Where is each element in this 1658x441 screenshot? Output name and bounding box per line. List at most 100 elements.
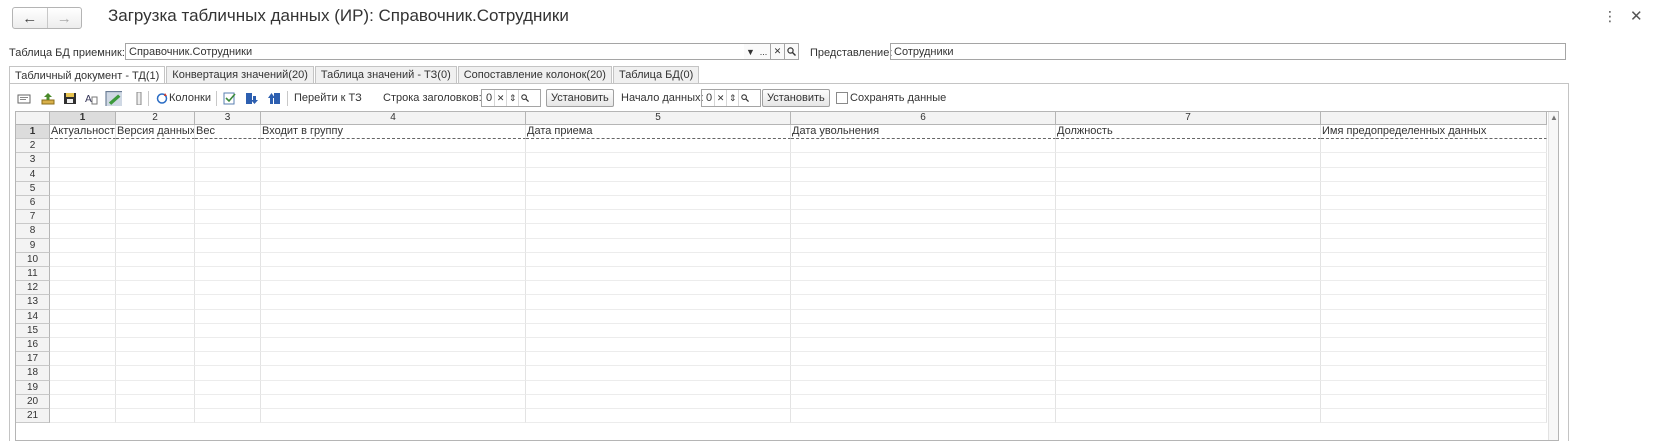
row-header[interactable]: 4 bbox=[16, 167, 50, 182]
grid-cell[interactable] bbox=[50, 238, 116, 253]
row-header[interactable]: 12 bbox=[16, 281, 50, 296]
grid-cell[interactable] bbox=[526, 323, 791, 338]
grid-cell[interactable] bbox=[261, 309, 526, 324]
grid-cell[interactable] bbox=[1321, 352, 1547, 367]
grid-cell[interactable] bbox=[50, 224, 116, 239]
grid-cell[interactable] bbox=[261, 167, 526, 182]
grid-cell[interactable] bbox=[526, 181, 791, 196]
grid-cell[interactable] bbox=[116, 338, 195, 353]
column-header[interactable]: 5 bbox=[526, 112, 791, 125]
header-cell[interactable]: Дата увольнения bbox=[791, 125, 1056, 140]
tab-value-conversion[interactable]: Конвертация значений(20) bbox=[166, 66, 314, 83]
grid-cell[interactable] bbox=[1321, 323, 1547, 338]
column-header[interactable]: 2 bbox=[116, 112, 195, 125]
grid-cell[interactable] bbox=[116, 139, 195, 154]
grid-cell[interactable] bbox=[1321, 394, 1547, 409]
row-header[interactable]: 20 bbox=[16, 394, 50, 409]
receiver-table-field[interactable]: Справочник.Сотрудники bbox=[125, 43, 757, 60]
grid-cell[interactable] bbox=[1321, 181, 1547, 196]
grid-cell[interactable] bbox=[1321, 210, 1547, 225]
grid-corner[interactable] bbox=[16, 112, 50, 125]
row-header[interactable]: 15 bbox=[16, 323, 50, 338]
grid-cell[interactable] bbox=[1056, 309, 1321, 324]
grid-cell[interactable] bbox=[116, 323, 195, 338]
font-icon[interactable]: A bbox=[84, 89, 98, 107]
grid-cell[interactable] bbox=[261, 196, 526, 211]
save-data-checkbox[interactable] bbox=[836, 92, 848, 104]
grid-cell[interactable] bbox=[195, 153, 261, 168]
grid-cell[interactable] bbox=[526, 409, 791, 424]
grid-cell[interactable] bbox=[1321, 295, 1547, 310]
grid-cell[interactable] bbox=[1056, 224, 1321, 239]
grid-cell[interactable] bbox=[1056, 352, 1321, 367]
grid-cell[interactable] bbox=[50, 196, 116, 211]
grid-cell[interactable] bbox=[195, 352, 261, 367]
row-header[interactable]: 9 bbox=[16, 238, 50, 253]
tab-value-table[interactable]: Таблица значений - ТЗ(0) bbox=[314, 66, 457, 83]
grid-cell[interactable] bbox=[1321, 252, 1547, 267]
data-start-value[interactable]: 0 bbox=[702, 92, 714, 104]
grid-cell[interactable] bbox=[1321, 366, 1547, 381]
grid-cell[interactable] bbox=[1056, 323, 1321, 338]
tab-column-mapping[interactable]: Сопоставление колонок(20) bbox=[457, 66, 612, 83]
grid-cell[interactable] bbox=[261, 295, 526, 310]
grid-cell[interactable] bbox=[50, 281, 116, 296]
grid-cell[interactable] bbox=[50, 380, 116, 395]
grid-cell[interactable] bbox=[50, 352, 116, 367]
header-cell[interactable]: Имя предопределенных данных bbox=[1321, 125, 1547, 140]
row-header[interactable]: 8 bbox=[16, 224, 50, 239]
grid-cell[interactable] bbox=[1056, 366, 1321, 381]
grid-cell[interactable] bbox=[791, 267, 1056, 282]
spin-updown-icon[interactable]: ⇕ bbox=[506, 90, 518, 106]
column-header[interactable]: 3 bbox=[195, 112, 261, 125]
grid-cell[interactable] bbox=[261, 323, 526, 338]
data-start-input[interactable]: 0 ✕ ⇕ bbox=[701, 89, 761, 107]
search-icon[interactable] bbox=[518, 90, 530, 106]
grid-cell[interactable] bbox=[791, 238, 1056, 253]
grid-cell[interactable] bbox=[791, 323, 1056, 338]
clear-icon[interactable] bbox=[17, 89, 31, 107]
grid-cell[interactable] bbox=[791, 224, 1056, 239]
grid-cell[interactable] bbox=[526, 210, 791, 225]
grid-cell[interactable] bbox=[791, 252, 1056, 267]
grid-cell[interactable] bbox=[1056, 409, 1321, 424]
grid-cell[interactable] bbox=[1321, 281, 1547, 296]
grid-cell[interactable] bbox=[1056, 267, 1321, 282]
grid-cell[interactable] bbox=[261, 224, 526, 239]
row-header[interactable]: 13 bbox=[16, 295, 50, 310]
goto-tz-button[interactable]: Перейти к ТЗ bbox=[294, 89, 362, 107]
row-header[interactable]: 10 bbox=[16, 252, 50, 267]
row-header[interactable]: 11 bbox=[16, 267, 50, 282]
row-header[interactable]: 16 bbox=[16, 338, 50, 353]
grid-cell[interactable] bbox=[116, 153, 195, 168]
header-cell[interactable]: Входит в группу bbox=[261, 125, 526, 140]
grid-cell[interactable] bbox=[791, 380, 1056, 395]
grid-cell[interactable] bbox=[50, 295, 116, 310]
grid-cell[interactable] bbox=[116, 167, 195, 182]
grid-cell[interactable] bbox=[526, 139, 791, 154]
clear-value-icon[interactable]: ✕ bbox=[494, 90, 506, 106]
grid-cell[interactable] bbox=[526, 352, 791, 367]
grid-cell[interactable] bbox=[116, 210, 195, 225]
grid-cell[interactable] bbox=[116, 380, 195, 395]
grid-cell[interactable] bbox=[195, 366, 261, 381]
grid-cell[interactable] bbox=[526, 167, 791, 182]
grid-cell[interactable] bbox=[1321, 153, 1547, 168]
grid-cell[interactable] bbox=[195, 252, 261, 267]
grid-cell[interactable] bbox=[50, 394, 116, 409]
grid-cell[interactable] bbox=[791, 210, 1056, 225]
vertical-scrollbar[interactable]: ▲ bbox=[1548, 112, 1558, 440]
grid-cell[interactable] bbox=[261, 252, 526, 267]
tab-table-document[interactable]: Табличный документ - ТД(1) bbox=[9, 66, 166, 84]
save-file-icon[interactable] bbox=[63, 89, 77, 107]
row-header[interactable]: 2 bbox=[16, 139, 50, 154]
grid-cell[interactable] bbox=[261, 394, 526, 409]
set-data-start-button[interactable]: Установить bbox=[762, 89, 830, 107]
column-header[interactable]: 4 bbox=[261, 112, 526, 125]
row-header[interactable]: 5 bbox=[16, 181, 50, 196]
grid-cell[interactable] bbox=[1056, 252, 1321, 267]
grid-cell[interactable] bbox=[195, 380, 261, 395]
grid-cell[interactable] bbox=[791, 309, 1056, 324]
row-header[interactable]: 18 bbox=[16, 366, 50, 381]
grid-cell[interactable] bbox=[195, 281, 261, 296]
